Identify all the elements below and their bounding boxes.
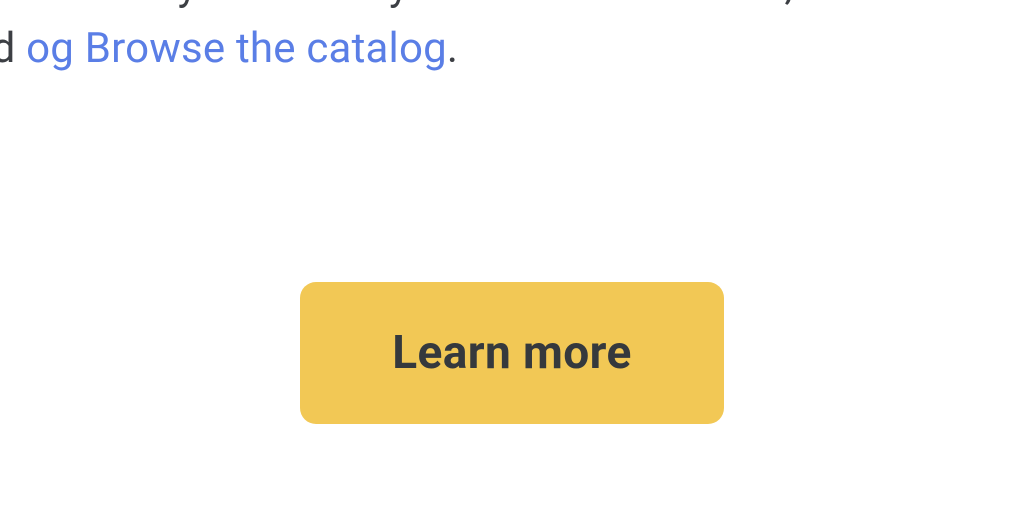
browse-catalog-link[interactable]: Browse the catalog	[85, 24, 447, 73]
promo-section: until you cancel. You may cancel anytime…	[0, 0, 1024, 518]
promo-description: until you cancel. You may cancel anytime…	[0, 0, 1024, 80]
learn-more-button[interactable]: Learn more	[300, 282, 723, 424]
cta-wrapper: Learn more	[0, 282, 1024, 424]
link-prefix: og	[26, 24, 85, 73]
sentence-period: .	[447, 24, 458, 73]
promo-text-line1: until you cancel. You may cancel anytime…	[0, 0, 658, 10]
